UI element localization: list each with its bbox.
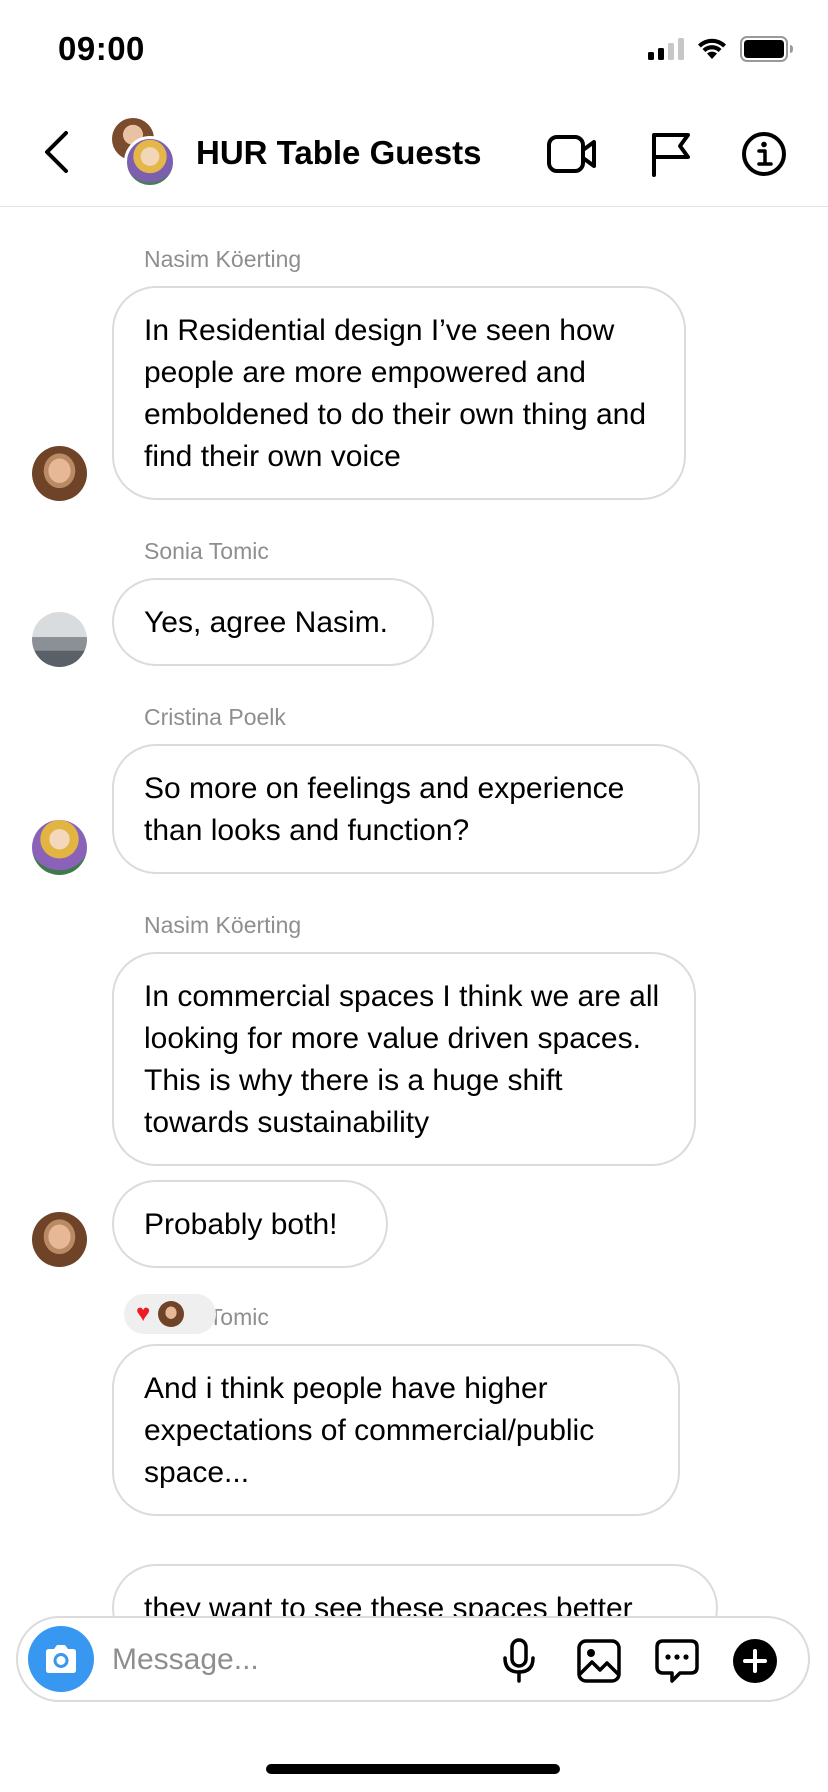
home-indicator[interactable]	[266, 1764, 560, 1774]
microphone-icon	[503, 1638, 535, 1683]
status-icons	[648, 36, 794, 62]
sender-name: Sonia Tomic	[144, 538, 269, 564]
group-avatar[interactable]	[110, 116, 180, 188]
chat-title[interactable]: HUR Table Guests	[196, 134, 481, 172]
message-bubble[interactable]: Yes, agree Nasim.	[112, 578, 434, 666]
message-text: Probably both!	[144, 1208, 338, 1241]
sticker-icon	[655, 1639, 699, 1683]
wifi-icon	[698, 38, 726, 59]
message-text: they want to see these spaces better	[144, 1592, 633, 1618]
info-button[interactable]	[738, 128, 790, 180]
video-call-icon	[547, 135, 596, 173]
chat-header: HUR Table Guests	[0, 100, 828, 207]
message-composer	[16, 1616, 810, 1702]
back-button[interactable]	[36, 126, 76, 178]
status-time: 09:00	[58, 30, 145, 67]
gallery-icon	[577, 1639, 621, 1683]
cellular-signal-icon	[648, 38, 684, 60]
camera-button[interactable]	[28, 1626, 94, 1692]
avatar[interactable]	[32, 446, 87, 501]
message-text: Yes, agree Nasim.	[144, 606, 389, 639]
message-bubble[interactable]: And i think people have higher expectati…	[112, 1344, 680, 1516]
report-flag-button[interactable]	[644, 128, 696, 180]
message-text: And i think people have higher expectati…	[144, 1372, 595, 1489]
sender-name: Nasim Köerting	[144, 912, 302, 938]
message-text: In commercial spaces I think we are all …	[144, 980, 660, 1139]
message-bubble[interactable]: Probably both!	[112, 1180, 388, 1268]
reaction-pill[interactable]: ♥	[124, 1294, 216, 1334]
heart-reaction-icon: ♥	[136, 1300, 151, 1327]
message-thread[interactable]: Nasim Köerting In Residential design I’v…	[0, 208, 828, 1618]
plus-icon	[733, 1639, 777, 1683]
status-bar: 09:00	[0, 0, 828, 100]
info-icon	[742, 132, 786, 176]
camera-icon	[46, 1645, 76, 1673]
reactor-avatar	[158, 1301, 185, 1327]
message-bubble[interactable]: they want to see these spaces better	[112, 1564, 718, 1618]
message-bubble[interactable]: So more on feelings and experience than …	[112, 744, 700, 874]
message-text: So more on feelings and experience than …	[144, 772, 625, 847]
sticker-button[interactable]	[652, 1636, 702, 1686]
more-options-button[interactable]	[730, 1636, 780, 1686]
message-bubble[interactable]: In commercial spaces I think we are all …	[112, 952, 696, 1166]
gallery-button[interactable]	[574, 1636, 624, 1686]
sender-name: Cristina Poelk	[144, 704, 286, 730]
video-call-button[interactable]	[546, 128, 598, 180]
avatar[interactable]	[32, 1212, 87, 1267]
flag-icon	[652, 133, 690, 177]
avatar[interactable]	[32, 820, 87, 875]
sender-name: Nasim Köerting	[144, 246, 302, 272]
back-chevron-icon	[45, 131, 68, 173]
message-bubble[interactable]: In Residential design I’ve seen how peop…	[112, 286, 686, 500]
battery-icon	[740, 36, 793, 62]
avatar[interactable]	[32, 612, 87, 667]
voice-message-button[interactable]	[494, 1636, 544, 1686]
group-avatar-member-2	[124, 136, 176, 188]
message-input[interactable]	[112, 1638, 492, 1682]
message-text: In Residential design I’ve seen how peop…	[144, 314, 647, 473]
